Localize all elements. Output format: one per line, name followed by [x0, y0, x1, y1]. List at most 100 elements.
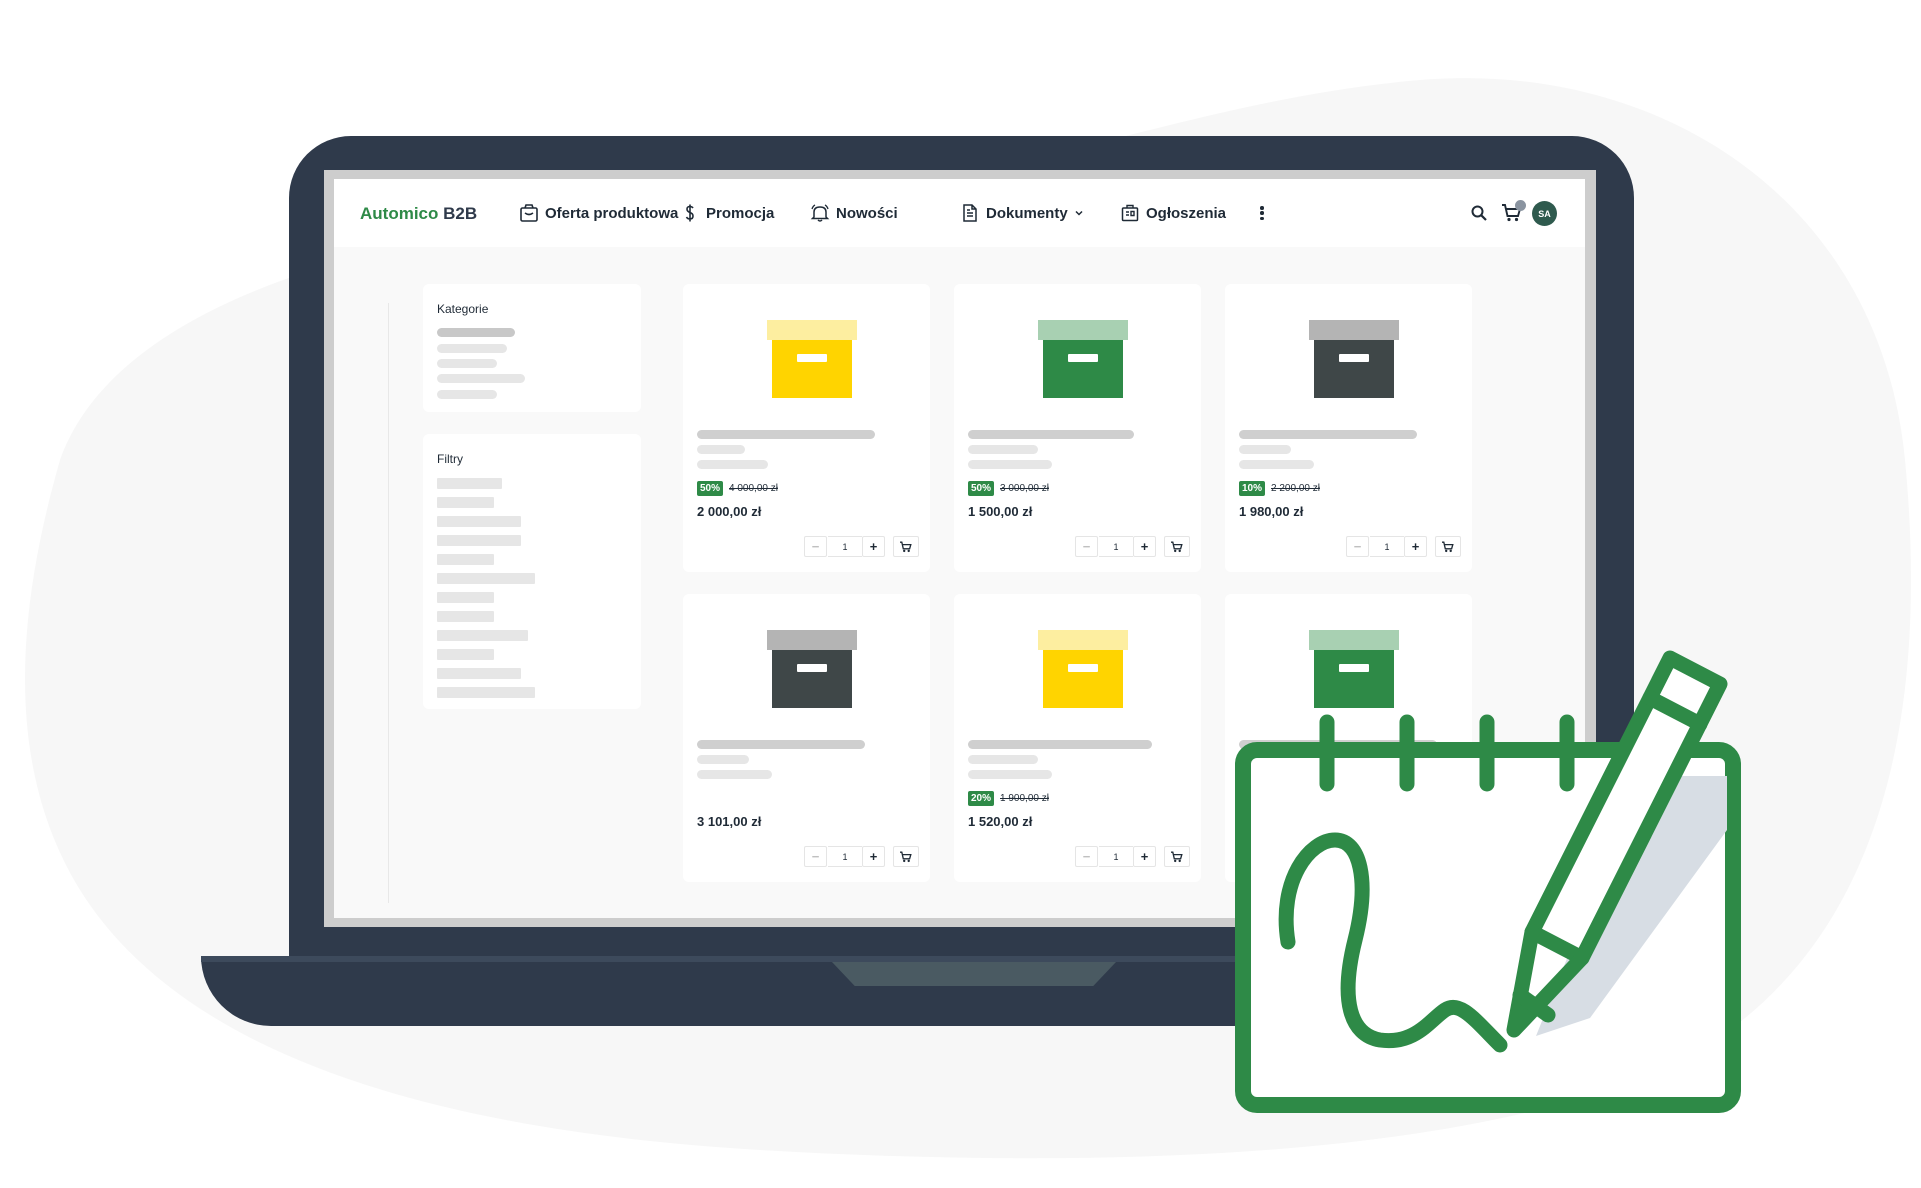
category-placeholder[interactable]	[437, 344, 507, 353]
filter-placeholder[interactable]	[437, 497, 494, 508]
filter-placeholder[interactable]	[437, 535, 521, 546]
box-lid	[1038, 320, 1128, 340]
quantity-input[interactable]: 1	[1099, 846, 1133, 867]
product-meta-placeholder	[968, 755, 1038, 764]
product-meta-placeholder	[1239, 460, 1314, 469]
nav-dokumenty[interactable]: Dokumenty	[960, 203, 1084, 223]
product-card[interactable]: 20% 1 900,00 zł 1 520,00 zł − 1 +	[954, 594, 1201, 882]
laptop-notch	[832, 962, 1116, 986]
product-name-placeholder	[697, 430, 875, 439]
quantity-stepper: − 1 +	[1075, 846, 1190, 867]
category-placeholder[interactable]	[437, 359, 497, 368]
quantity-stepper: − 1 +	[804, 846, 919, 867]
filter-placeholder[interactable]	[437, 592, 494, 603]
filter-placeholder[interactable]	[437, 611, 494, 622]
box-lid	[767, 630, 857, 650]
filter-placeholder[interactable]	[437, 687, 535, 698]
old-price: 2 200,00 zł	[1271, 483, 1320, 494]
quantity-input[interactable]: 1	[828, 846, 862, 867]
increment-button[interactable]: +	[1133, 536, 1156, 557]
increment-button[interactable]: +	[1133, 846, 1156, 867]
quantity-input[interactable]: 1	[1099, 536, 1133, 557]
signature-notepad-illustration	[1235, 650, 1741, 1113]
decrement-button[interactable]: −	[1075, 846, 1098, 867]
quantity-stepper: − 1 +	[1346, 536, 1461, 557]
filter-placeholder[interactable]	[437, 573, 535, 584]
add-to-cart-button[interactable]	[1164, 536, 1190, 557]
box-body	[772, 340, 852, 398]
filter-placeholder[interactable]	[437, 630, 528, 641]
decrement-button[interactable]: −	[1346, 536, 1369, 557]
brand-logo[interactable]: Automico B2B	[360, 204, 477, 224]
product-box-image	[767, 320, 857, 400]
filter-placeholder[interactable]	[437, 478, 502, 489]
quantity-input[interactable]: 1	[1370, 536, 1404, 557]
filter-placeholder[interactable]	[437, 649, 494, 660]
nav-label: Oferta produktowa	[545, 204, 679, 222]
product-meta-placeholder	[968, 445, 1038, 454]
add-to-cart-button[interactable]	[1164, 846, 1190, 867]
filters-title: Filtry	[437, 452, 463, 466]
avatar[interactable]: SA	[1532, 201, 1557, 226]
product-meta-placeholder	[697, 445, 745, 454]
add-to-cart-button[interactable]	[893, 846, 919, 867]
add-to-cart-button[interactable]	[893, 536, 919, 557]
product-price: 3 101,00 zł	[697, 814, 762, 829]
filter-placeholder[interactable]	[437, 668, 521, 679]
category-placeholder[interactable]	[437, 328, 515, 337]
nav-nowosci[interactable]: Nowości	[810, 203, 898, 223]
filters-panel: Filtry	[423, 434, 641, 709]
cart-icon	[900, 541, 912, 552]
top-navbar: Automico B2B Oferta produktowa Promocja …	[334, 179, 1585, 247]
product-card[interactable]: 3 101,00 zł − 1 +	[683, 594, 930, 882]
filter-placeholder[interactable]	[437, 516, 521, 527]
category-placeholder[interactable]	[437, 374, 525, 383]
box-lid	[1038, 630, 1128, 650]
product-card[interactable]: 50% 4 000,00 zł 2 000,00 zł − 1 +	[683, 284, 930, 572]
discount-badge: 50%	[968, 481, 995, 496]
discount-badge: 50%	[697, 481, 724, 496]
add-to-cart-button[interactable]	[1435, 536, 1461, 557]
notice-icon	[1121, 204, 1139, 222]
product-box-image	[1038, 630, 1128, 710]
nav-oferta-produktowa[interactable]: Oferta produktowa	[519, 203, 678, 223]
discount-row: 10% 2 200,00 zł	[1239, 481, 1320, 496]
logo-primary: Automico	[360, 204, 439, 223]
old-price: 3 000,00 zł	[1000, 483, 1049, 494]
product-name-placeholder	[968, 430, 1134, 439]
cart-icon	[1171, 851, 1183, 862]
product-box-image	[1038, 320, 1128, 400]
product-meta-placeholder	[697, 755, 749, 764]
increment-button[interactable]: +	[862, 536, 885, 557]
nav-label: Dokumenty	[986, 204, 1068, 222]
content-divider	[388, 303, 389, 903]
nav-ogloszenia[interactable]: Ogłoszenia	[1120, 203, 1226, 223]
nav-promocja[interactable]: Promocja	[680, 203, 774, 223]
nav-label: Promocja	[706, 204, 775, 222]
product-card[interactable]: 10% 2 200,00 zł 1 980,00 zł − 1 +	[1225, 284, 1472, 572]
logo-secondary: B2B	[443, 204, 478, 223]
product-box-image	[767, 630, 857, 710]
increment-button[interactable]: +	[1404, 536, 1427, 557]
filter-placeholder[interactable]	[437, 554, 494, 565]
chevron-down-icon	[1075, 210, 1083, 216]
bag-icon	[520, 204, 538, 222]
product-card[interactable]: 50% 3 000,00 zł 1 500,00 zł − 1 +	[954, 284, 1201, 572]
decrement-button[interactable]: −	[804, 536, 827, 557]
product-name-placeholder	[1239, 430, 1417, 439]
cart-count-badge	[1515, 200, 1526, 211]
decrement-button[interactable]: −	[1075, 536, 1098, 557]
product-name-placeholder	[697, 740, 865, 749]
product-meta-placeholder	[697, 770, 772, 779]
box-body	[1043, 340, 1123, 398]
more-menu-icon[interactable]	[1258, 203, 1266, 223]
product-price: 1 520,00 zł	[968, 814, 1033, 829]
increment-button[interactable]: +	[862, 846, 885, 867]
cart-icon	[1171, 541, 1183, 552]
quantity-input[interactable]: 1	[828, 536, 862, 557]
category-placeholder[interactable]	[437, 390, 497, 399]
search-icon[interactable]	[1470, 204, 1488, 222]
product-meta-placeholder	[968, 770, 1052, 779]
decrement-button[interactable]: −	[804, 846, 827, 867]
discount-row: 50% 3 000,00 zł	[968, 481, 1049, 496]
